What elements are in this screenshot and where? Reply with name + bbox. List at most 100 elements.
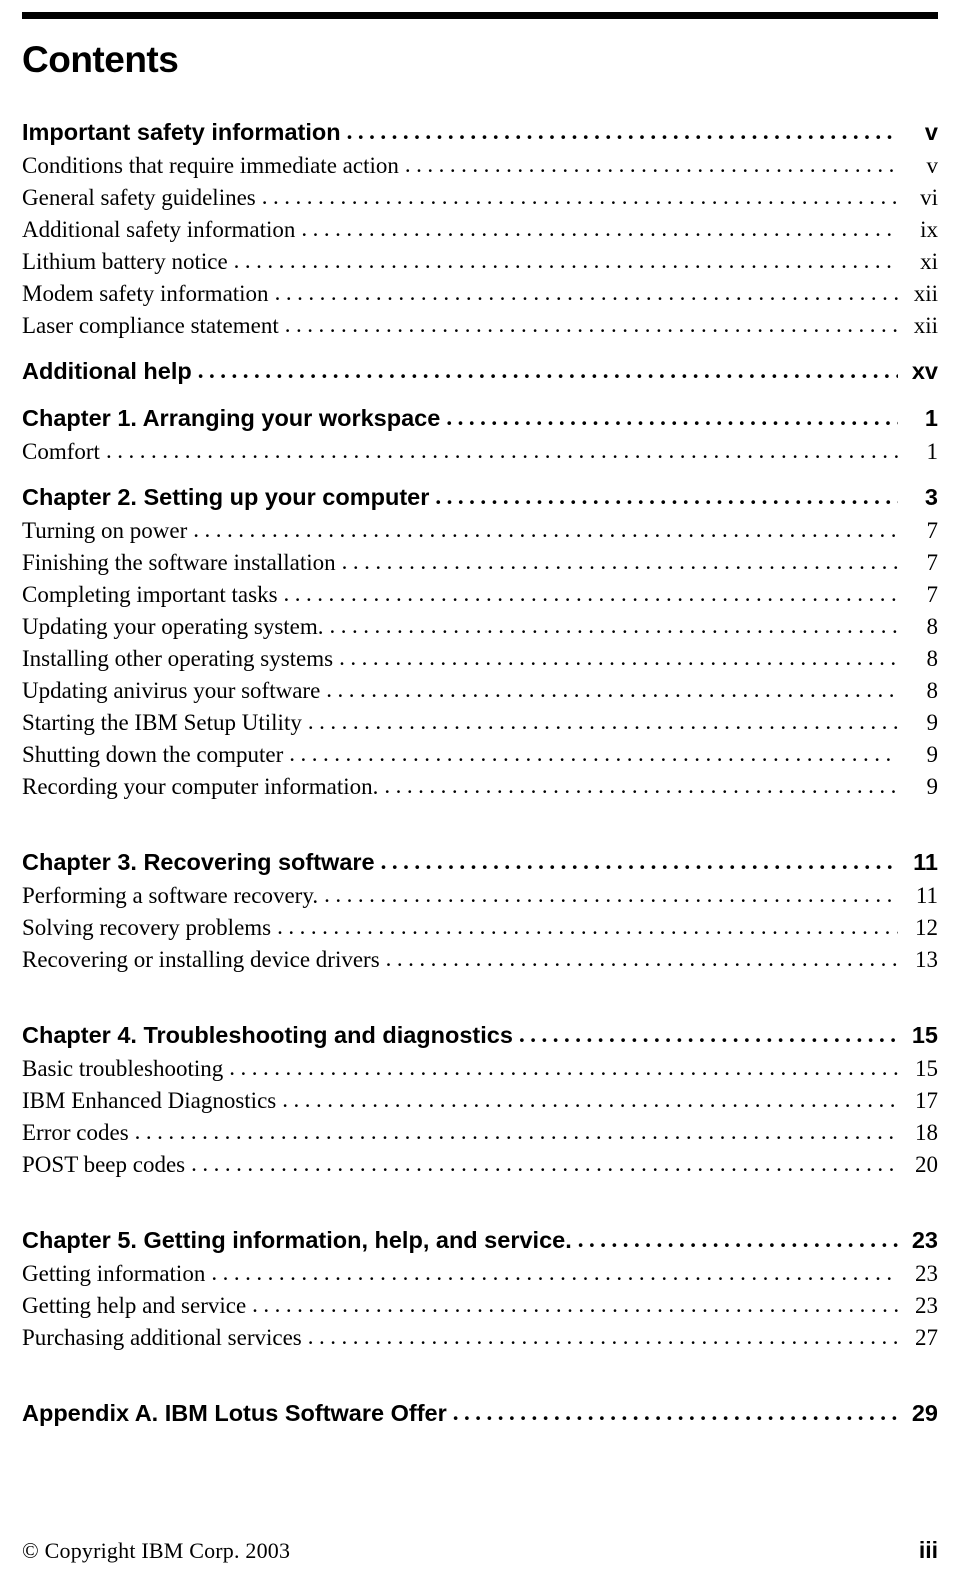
toc-entry[interactable]: Finishing the software installation.....… xyxy=(22,547,938,579)
toc-entry[interactable]: Installing other operating systems......… xyxy=(22,643,938,675)
toc-entry-label: Purchasing additional services xyxy=(22,1324,302,1350)
toc-entry[interactable]: Error codes.............................… xyxy=(22,1117,938,1149)
toc-leader-dots: ........................................… xyxy=(446,404,898,430)
toc-leader-dots: ........................................… xyxy=(385,945,898,971)
toc-entry-page: xi xyxy=(920,248,938,274)
toc-entry-page: 1 xyxy=(926,438,939,464)
toc-entry-label: Conditions that require immediate action xyxy=(22,152,399,178)
toc-entry-page: 15 xyxy=(911,1021,938,1048)
toc-entry-label: Additional safety information xyxy=(22,216,296,242)
toc-entry-page: ix xyxy=(920,216,938,242)
toc-entry-label: Modem safety information xyxy=(22,280,269,306)
toc-entry[interactable]: Solving recovery problems...............… xyxy=(22,912,938,944)
toc-entry[interactable]: Recording your computer information.....… xyxy=(22,771,938,803)
toc-entry[interactable]: Updating your operating system..........… xyxy=(22,611,938,643)
toc-entry[interactable]: Chapter 1. Arranging your workspace.....… xyxy=(22,401,938,436)
toc-entry[interactable]: Laser compliance statement..............… xyxy=(22,310,938,342)
toc-entry-page: 8 xyxy=(926,613,939,639)
toc-entry-page: vi xyxy=(920,184,938,210)
toc-leader-dots: ........................................… xyxy=(301,215,898,241)
toc-entry[interactable]: Additional help.........................… xyxy=(22,354,938,389)
copyright-notice: © Copyright IBM Corp. 2003 xyxy=(22,1538,291,1563)
toc-entry-label: Chapter 3. Recovering software xyxy=(22,848,375,875)
toc-leader-dots: ........................................… xyxy=(105,437,898,463)
toc-entry-page: 9 xyxy=(926,773,939,799)
toc-entry-page: 23 xyxy=(915,1260,938,1286)
toc-entry[interactable]: Chapter 5. Getting information, help, an… xyxy=(22,1223,938,1258)
toc-entry-page: 18 xyxy=(915,1119,938,1145)
toc-entry-page: 17 xyxy=(915,1087,938,1113)
toc-entry[interactable]: POST beep codes.........................… xyxy=(22,1149,938,1181)
toc-entry[interactable]: Chapter 2. Setting up your computer.....… xyxy=(22,480,938,515)
toc-entry-page: v xyxy=(924,118,938,145)
toc-entry-label: POST beep codes xyxy=(22,1151,186,1177)
toc-leader-dots: ........................................… xyxy=(404,151,898,177)
toc-entry-page: 15 xyxy=(915,1055,938,1081)
toc-entry-label: Chapter 1. Arranging your workspace xyxy=(22,404,441,431)
toc-entry[interactable]: Basic troubleshooting...................… xyxy=(22,1053,938,1085)
toc-entry[interactable]: Turning on power........................… xyxy=(22,515,938,547)
toc-spacer xyxy=(22,1354,938,1396)
toc-entry-label: Shutting down the computer xyxy=(22,741,284,767)
toc-entry-page: 11 xyxy=(913,848,938,875)
toc-entry-page: 12 xyxy=(915,914,938,940)
toc-entry[interactable]: Recovering or installing device drivers.… xyxy=(22,944,938,976)
toc-entry[interactable]: Getting help and service................… xyxy=(22,1290,938,1322)
toc-entry[interactable]: Starting the IBM Setup Utility..........… xyxy=(22,707,938,739)
toc-entry-page: 20 xyxy=(915,1151,938,1177)
toc-entry[interactable]: Modem safety information................… xyxy=(22,278,938,310)
toc-entry-label: Performing a software recovery. xyxy=(22,882,319,908)
toc-entry-label: Getting help and service xyxy=(22,1292,247,1318)
toc-entry-label: IBM Enhanced Diagnostics xyxy=(22,1087,277,1113)
toc-leader-dots: ........................................… xyxy=(284,311,898,337)
toc-leader-dots: ........................................… xyxy=(191,1150,898,1176)
toc-entry-page: 1 xyxy=(924,404,938,431)
toc-leader-dots: ........................................… xyxy=(326,676,898,702)
toc-entry-label: Recording your computer information. xyxy=(22,773,379,799)
toc-entry[interactable]: IBM Enhanced Diagnostics................… xyxy=(22,1085,938,1117)
toc-entry-page: 8 xyxy=(926,645,939,671)
toc-leader-dots: ........................................… xyxy=(289,740,898,766)
toc-entry[interactable]: Shutting down the computer..............… xyxy=(22,739,938,771)
toc-entry[interactable]: Additional safety information...........… xyxy=(22,214,938,246)
toc-entry-label: Updating anivirus your software xyxy=(22,677,321,703)
toc-entry-label: Important safety information xyxy=(22,118,341,145)
toc-leader-dots: ........................................… xyxy=(380,848,898,874)
toc-entry[interactable]: Important safety information............… xyxy=(22,115,938,150)
toc-entry-page: 23 xyxy=(915,1292,938,1318)
toc-entry-page: 13 xyxy=(915,946,938,972)
toc-entry[interactable]: Appendix A. IBM Lotus Software Offer....… xyxy=(22,1396,938,1431)
toc-spacer xyxy=(22,803,938,845)
toc-leader-dots: ........................................… xyxy=(277,913,898,939)
toc-entry[interactable]: Chapter 3. Recovering software..........… xyxy=(22,845,938,880)
toc-leader-dots: ........................................… xyxy=(518,1021,898,1047)
toc-entry-page: 3 xyxy=(924,483,938,510)
toc-entry[interactable]: Comfort.................................… xyxy=(22,436,938,468)
toc-entry-page: xii xyxy=(913,280,938,306)
toc-entry[interactable]: Completing important tasks..............… xyxy=(22,579,938,611)
toc-entry[interactable]: Purchasing additional services..........… xyxy=(22,1322,938,1354)
toc-entry[interactable]: General safety guidelines...............… xyxy=(22,182,938,214)
toc-leader-dots: ........................................… xyxy=(197,357,898,383)
toc-leader-dots: ........................................… xyxy=(134,1118,898,1144)
toc-entry-label: Chapter 4. Troubleshooting and diagnosti… xyxy=(22,1021,513,1048)
toc-leader-dots: ........................................… xyxy=(307,1323,898,1349)
toc-entry-label: Chapter 2. Setting up your computer xyxy=(22,483,430,510)
toc-entry-label: Additional help xyxy=(22,357,192,384)
toc-entry[interactable]: Updating anivirus your software.........… xyxy=(22,675,938,707)
toc-entry-label: Basic troubleshooting xyxy=(22,1055,224,1081)
toc-entry-label: Installing other operating systems xyxy=(22,645,334,671)
toc-entry-page: 27 xyxy=(915,1324,938,1350)
toc-entry[interactable]: Chapter 4. Troubleshooting and diagnosti… xyxy=(22,1018,938,1053)
toc-entry[interactable]: Performing a software recovery..........… xyxy=(22,880,938,912)
toc-entry-label: Appendix A. IBM Lotus Software Offer xyxy=(22,1399,447,1426)
toc-entry[interactable]: Lithium battery notice..................… xyxy=(22,246,938,278)
toc-entry-label: Laser compliance statement xyxy=(22,312,279,338)
toc-leader-dots: ........................................… xyxy=(283,580,898,606)
toc-entry[interactable]: Getting information.....................… xyxy=(22,1258,938,1290)
toc-entry[interactable]: Conditions that require immediate action… xyxy=(22,150,938,182)
page-content: Contents Important safety information...… xyxy=(22,39,938,1431)
toc-entry-page: 11 xyxy=(915,882,938,908)
toc-leader-dots: ........................................… xyxy=(252,1291,898,1317)
page-footer: © Copyright IBM Corp. 2003 iii xyxy=(22,1537,938,1564)
